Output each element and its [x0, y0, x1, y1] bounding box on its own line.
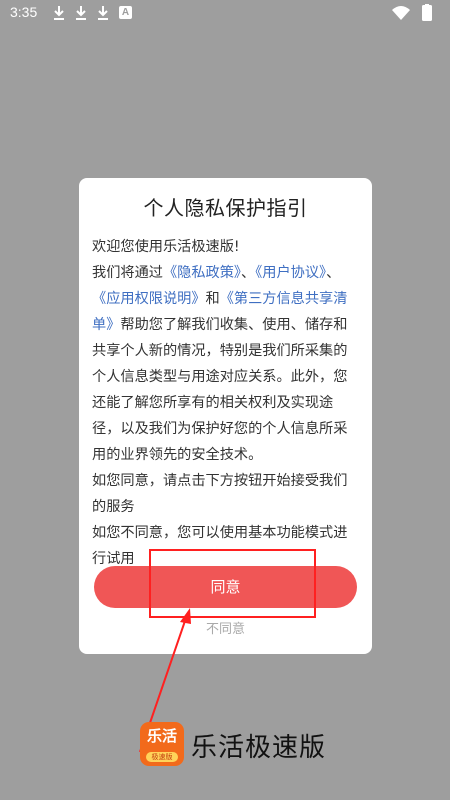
app-name: 乐活极速版 [191, 733, 327, 763]
dialog-body: 欢迎您使用乐活极速版! 我们将通过《隐私政策》、《用户协议》、《应用权限说明》和… [92, 234, 360, 572]
conjunction: 和 [205, 291, 220, 307]
dialog-title: 个人隐私保护指引 [143, 196, 308, 220]
logo-text-bottom: 极速版 [146, 752, 178, 762]
intro-prefix: 我们将通过 [92, 265, 163, 281]
agree-hint: 如您同意，请点击下方按钮开始接受我们的服务 [92, 473, 348, 515]
permissions-link[interactable]: 《应用权限说明》 [92, 291, 206, 307]
intro-suffix: 帮助您了解我们收集、使用、储存和共享个人新的情况，特别是我们所采集的个人信息类型… [92, 317, 348, 463]
intro-paragraph: 我们将通过《隐私政策》、《用户协议》、《应用权限说明》和《第三方信息共享清单》帮… [92, 260, 360, 468]
a-app-icon: A [119, 6, 132, 19]
status-bar: 3:35 A [0, 0, 450, 26]
download-icon [54, 6, 64, 20]
user-agreement-link[interactable]: 《用户协议》 [255, 265, 326, 281]
separator: 、 [326, 265, 341, 281]
annotation-highlight-box [149, 549, 316, 618]
status-right-icons [392, 4, 432, 21]
disagree-button[interactable]: 不同意 [79, 618, 372, 637]
privacy-policy-link[interactable]: 《隐私政策》 [163, 265, 241, 281]
welcome-text: 欢迎您使用乐活极速版! [92, 239, 240, 255]
download-icon [98, 6, 108, 20]
logo-text-top: 乐活 [146, 727, 177, 745]
separator: 、 [240, 265, 256, 281]
download-icon [76, 6, 86, 20]
battery-icon [422, 5, 432, 21]
status-time: 3:35 [10, 4, 38, 20]
app-logo: 乐活 极速版 [140, 722, 184, 766]
wifi-icon [392, 6, 410, 20]
